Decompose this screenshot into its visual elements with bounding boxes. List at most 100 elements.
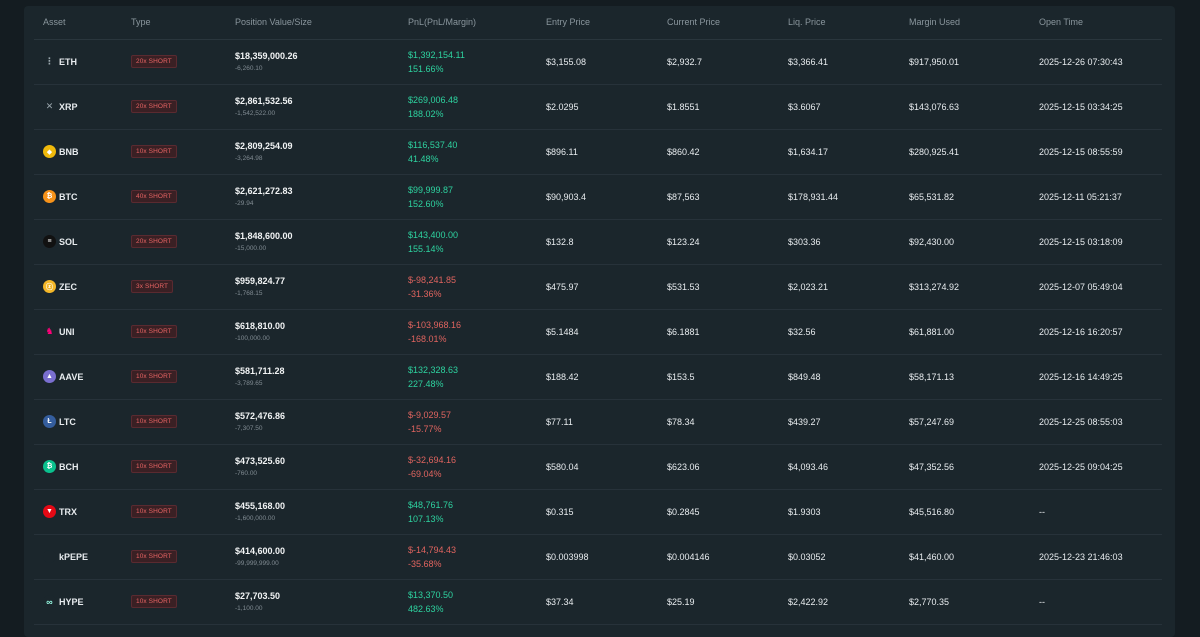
table-row[interactable]: ▼ TRX 10x SHORT $455,168.00 -1,600,000.0… [34, 489, 1162, 535]
position-size: -760.00 [235, 470, 258, 477]
column-header-margin-used[interactable]: Margin Used [900, 6, 1030, 40]
table-row[interactable]: kPEPE 10x SHORT $414,600.00 -99,999,999.… [34, 534, 1162, 580]
open-time: 2025-12-11 05:21:37 [1030, 174, 1162, 220]
type-cell: 10x SHORT [122, 129, 226, 175]
table-row[interactable]: ✕ XRP 20x SHORT $2,861,532.56 -1,542,522… [34, 84, 1162, 130]
leverage-badge: 3x SHORT [131, 280, 174, 293]
asset-name: AAVE [59, 371, 84, 382]
column-header-current-price[interactable]: Current Price [658, 6, 779, 40]
table-header-row: Asset Type Position Value/Size PnL(PnL/M… [34, 6, 1162, 40]
entry-price: $896.11 [537, 129, 658, 175]
table-row[interactable]: ₿ BCH 10x SHORT $473,525.60 -760.00 $-32… [34, 444, 1162, 490]
pnl-percent: -35.68% [408, 558, 442, 569]
pnl-cell: $99,999.87 152.60% [399, 174, 537, 220]
asset-cell[interactable]: ∞ HYPE [34, 579, 122, 625]
entry-price: $90,903.4 [537, 174, 658, 220]
column-header-pnl[interactable]: PnL(PnL/Margin) [399, 6, 537, 40]
pnl-percent: 227.48% [408, 378, 444, 389]
position-size: -7,307.50 [235, 425, 263, 432]
open-time: -- [1030, 489, 1162, 535]
leverage-badge: 10x SHORT [131, 595, 177, 608]
open-time: 2025-12-16 16:20:57 [1030, 309, 1162, 355]
current-price: $0.2845 [658, 489, 779, 535]
position-size: -3,264.98 [235, 155, 263, 162]
pnl-cell: $-103,968.16 -168.01% [399, 309, 537, 355]
entry-price: $0.315 [537, 489, 658, 535]
margin-used: $41,460.00 [900, 534, 1030, 580]
asset-cell[interactable]: kPEPE [34, 534, 122, 580]
position-size: -3,789.65 [235, 380, 263, 387]
table-row[interactable]: ⓩ ZEC 3x SHORT $959,824.77 -1,768.15 $-9… [34, 264, 1162, 310]
pnl-value: $-103,968.16 [408, 319, 462, 330]
pnl-value: $-9,029.57 [408, 409, 452, 420]
position-cell: $414,600.00 -99,999,999.00 [226, 534, 399, 580]
leverage-badge: 20x SHORT [131, 55, 177, 68]
leverage-badge: 10x SHORT [131, 145, 177, 158]
table-row[interactable]: ♞ UNI 10x SHORT $618,810.00 -100,000.00 … [34, 309, 1162, 355]
current-price: $78.34 [658, 399, 779, 445]
asset-cell[interactable]: Ł LTC [34, 399, 122, 445]
table-row[interactable]: ∞ HYPE 10x SHORT $27,703.50 -1,100.00 $1… [34, 579, 1162, 625]
asset-cell[interactable]: ₿ BCH [34, 444, 122, 490]
table-row[interactable]: ⋮ ETH 20x SHORT $18,359,000.26 -6,260.10… [34, 39, 1162, 85]
type-cell: 10x SHORT [122, 444, 226, 490]
pnl-value: $-98,241.85 [408, 274, 457, 285]
hype-icon: ∞ [43, 595, 56, 608]
table-row[interactable]: ▲ AAVE 10x SHORT $581,711.28 -3,789.65 $… [34, 354, 1162, 400]
position-value: $18,359,000.26 [235, 51, 298, 61]
position-value: $618,810.00 [235, 321, 286, 331]
column-header-position[interactable]: Position Value/Size [226, 6, 399, 40]
asset-cell[interactable]: ⋮ ETH [34, 39, 122, 85]
margin-used: $57,247.69 [900, 399, 1030, 445]
entry-price: $2.0295 [537, 84, 658, 130]
column-header-open-time[interactable]: Open Time [1030, 6, 1162, 40]
pnl-value: $1,392,154.11 [408, 49, 465, 60]
position-value: $2,861,532.56 [235, 96, 293, 106]
pnl-cell: $13,370.50 482.63% [399, 579, 537, 625]
column-header-liq-price[interactable]: Liq. Price [779, 6, 900, 40]
type-cell: 10x SHORT [122, 354, 226, 400]
type-cell: 20x SHORT [122, 219, 226, 265]
entry-price: $580.04 [537, 444, 658, 490]
margin-used: $92,430.00 [900, 219, 1030, 265]
asset-cell[interactable]: ≡ SOL [34, 219, 122, 265]
asset-name: BNB [59, 146, 79, 157]
asset-cell[interactable]: ♞ UNI [34, 309, 122, 355]
liq-price: $4,093.46 [779, 444, 900, 490]
table-row[interactable]: ₿ BTC 40x SHORT $2,621,272.83 -29.94 $99… [34, 174, 1162, 220]
pnl-value: $116,537.40 [408, 139, 458, 150]
current-price: $623.06 [658, 444, 779, 490]
asset-name: ETH [59, 56, 77, 67]
column-header-asset[interactable]: Asset [34, 6, 122, 40]
pnl-percent: -31.36% [408, 288, 442, 299]
pnl-cell: $132,328.63 227.48% [399, 354, 537, 400]
pnl-cell: $-9,029.57 -15.77% [399, 399, 537, 445]
position-size: -1,768.15 [235, 290, 263, 297]
leverage-badge: 10x SHORT [131, 550, 177, 563]
asset-cell[interactable]: ✕ XRP [34, 84, 122, 130]
position-cell: $2,621,272.83 -29.94 [226, 174, 399, 220]
position-size: -99,999,999.00 [235, 560, 279, 567]
position-value: $414,600.00 [235, 546, 286, 556]
current-price: $0.004146 [658, 534, 779, 580]
asset-cell[interactable]: ▼ TRX [34, 489, 122, 535]
type-cell: 10x SHORT [122, 399, 226, 445]
sol-icon: ≡ [43, 235, 56, 248]
open-time: -- [1030, 579, 1162, 625]
pnl-value: $132,328.63 [408, 364, 459, 375]
table-row[interactable]: ◆ BNB 10x SHORT $2,809,254.09 -3,264.98 … [34, 129, 1162, 175]
asset-cell[interactable]: ▲ AAVE [34, 354, 122, 400]
liq-price: $3.6067 [779, 84, 900, 130]
type-cell: 10x SHORT [122, 579, 226, 625]
position-size: -15,000.00 [235, 245, 267, 252]
asset-cell[interactable]: ₿ BTC [34, 174, 122, 220]
liq-price: $439.27 [779, 399, 900, 445]
table-row[interactable]: Ł LTC 10x SHORT $572,476.86 -7,307.50 $-… [34, 399, 1162, 445]
asset-cell[interactable]: ◆ BNB [34, 129, 122, 175]
position-value: $27,703.50 [235, 591, 281, 601]
column-header-entry-price[interactable]: Entry Price [537, 6, 658, 40]
asset-name: ZEC [59, 281, 77, 292]
asset-cell[interactable]: ⓩ ZEC [34, 264, 122, 310]
column-header-type[interactable]: Type [122, 6, 226, 40]
table-row[interactable]: ≡ SOL 20x SHORT $1,848,600.00 -15,000.00… [34, 219, 1162, 265]
